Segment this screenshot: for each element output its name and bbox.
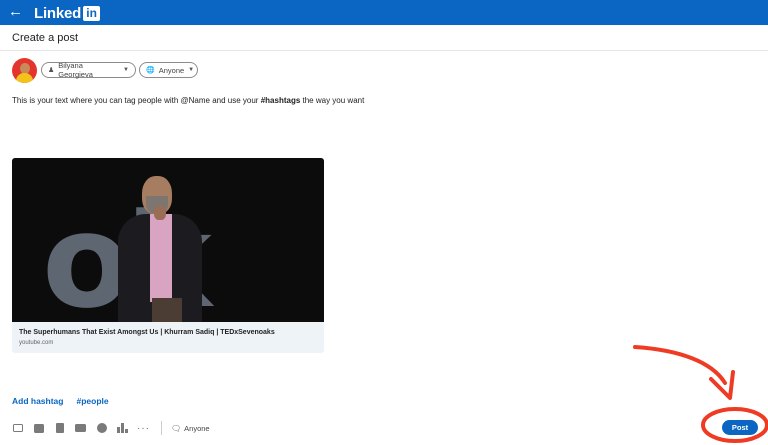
speaker-shirt [150, 214, 172, 302]
back-arrow-icon[interactable]: ← [8, 3, 24, 21]
video-thumbnail[interactable]: ok [12, 158, 324, 322]
composer-title-bar: Create a post [0, 26, 768, 51]
comment-visibility-button[interactable]: 🗨 Anyone [171, 424, 210, 433]
linkedin-logo[interactable]: Linked in [34, 4, 101, 22]
add-hashtag-link[interactable]: Add hashtag [12, 396, 63, 406]
post-text-end: the way you want [300, 96, 365, 105]
chevron-down-icon: ▼ [123, 67, 129, 73]
job-icon[interactable] [75, 423, 86, 434]
poll-icon[interactable] [117, 423, 128, 434]
speaker-legs [152, 298, 182, 322]
author-selector[interactable]: ♟ Bilyana Georgieva ▼ [41, 61, 136, 79]
post-text-hashtags: #hashtags [260, 96, 301, 105]
toolbar-divider [161, 421, 162, 435]
logo-badge: in [83, 5, 101, 21]
link-preview-info: The Superhumans That Exist Amongst Us | … [12, 322, 324, 353]
annotation-arrow-head [709, 370, 735, 400]
celebrate-icon[interactable] [96, 423, 107, 434]
comment-visibility-label: Anyone [184, 423, 210, 433]
avatar-body [16, 73, 33, 83]
globe-icon: 🌐 [146, 67, 155, 74]
more-icon[interactable]: ··· [137, 423, 149, 434]
link-preview-source: youtube.com [19, 340, 54, 346]
comment-icon: 🗨 [171, 423, 182, 433]
annotation-arrow-line [633, 345, 727, 385]
link-preview-card[interactable]: ok The Superhumans That Exist Amongst Us… [12, 158, 324, 353]
post-text-editor[interactable]: This is your text where you can tag peop… [12, 96, 364, 105]
post-button[interactable]: Post [722, 420, 758, 435]
composer-toolbar: ··· 🗨 Anyone [12, 421, 210, 435]
chevron-down-icon: ▼ [188, 67, 195, 73]
hashtag-row: Add hashtag #people [12, 396, 109, 406]
speaker-hand [154, 206, 166, 220]
linkedin-header: ← Linked in [0, 0, 768, 25]
avatar [12, 58, 37, 83]
logo-text: Linked [34, 4, 82, 22]
visibility-selector[interactable]: 🌐 Anyone ▼ [139, 62, 198, 78]
visibility-label: Anyone [158, 65, 185, 75]
page-title: Create a post [12, 32, 79, 44]
document-icon[interactable] [54, 423, 65, 434]
post-text-start: This is your text where you can tag peop… [12, 96, 261, 105]
hashtag-suggestion[interactable]: #people [76, 396, 108, 406]
person-icon: ♟ [48, 67, 55, 74]
link-preview-title: The Superhumans That Exist Amongst Us | … [19, 329, 275, 336]
video-icon[interactable] [33, 423, 44, 434]
author-label: Bilyana Georgieva [58, 61, 93, 79]
photo-icon[interactable] [12, 423, 23, 434]
